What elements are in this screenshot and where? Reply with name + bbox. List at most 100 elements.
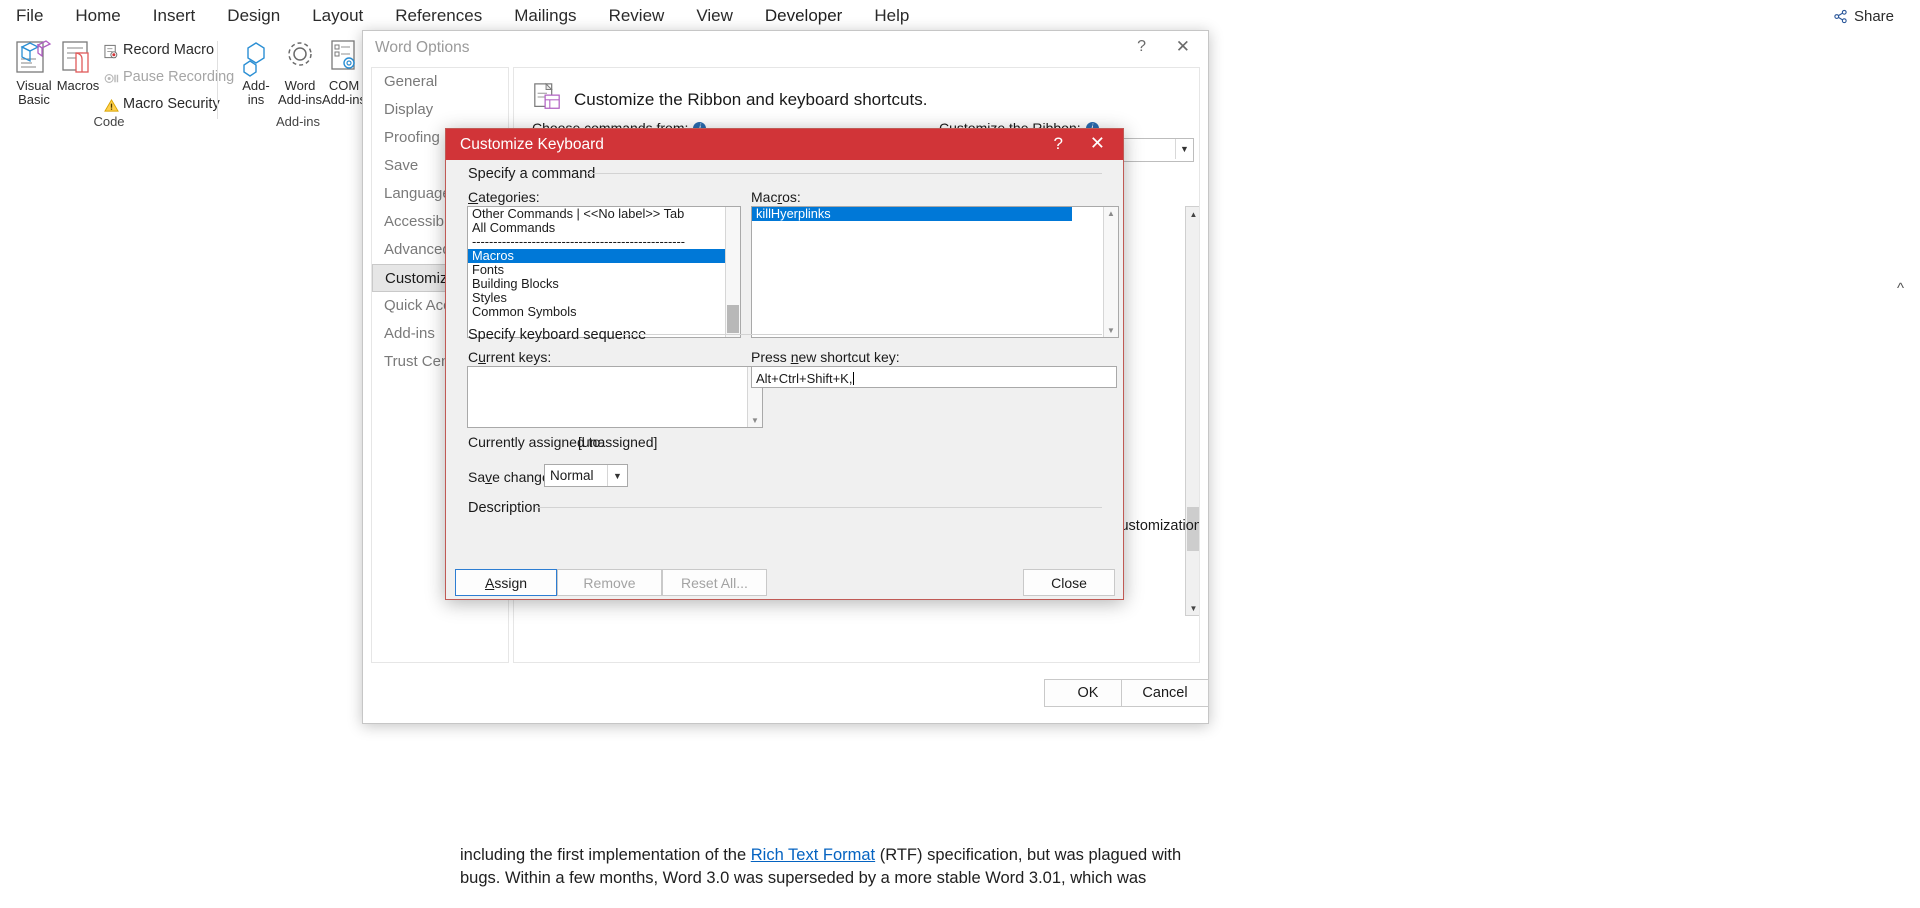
com-addins-label-1: COM — [328, 78, 360, 93]
doc-hyperlink[interactable]: Rich Text Format — [751, 846, 875, 864]
description-divider — [536, 507, 1102, 508]
specify-sequence-divider — [624, 334, 1102, 335]
addins-label-1: Add- — [242, 78, 270, 93]
specify-command-group-label: Specify a command — [468, 166, 596, 182]
ribbon-group-code-label: Code — [93, 114, 125, 129]
close-button[interactable]: Close — [1023, 569, 1115, 596]
customize-keyboard-dialog: Customize Keyboard ? ✕ Specify a command… — [445, 128, 1124, 600]
share-icon — [1833, 9, 1848, 24]
customize-keyboard-help-icon[interactable]: ? — [1054, 134, 1063, 154]
category-row-common-symbols[interactable]: Common Symbols — [468, 305, 740, 319]
shortcut-value: Alt+Ctrl+Shift+K, — [756, 371, 853, 386]
ok-button[interactable]: OK — [1044, 679, 1132, 707]
addins-label-2: ins — [247, 92, 265, 107]
tab-design[interactable]: Design — [211, 0, 296, 34]
word-options-help-icon[interactable]: ? — [1137, 38, 1146, 56]
customize-keyboard-title: Customize Keyboard — [460, 136, 604, 153]
word-options-header-title: Customize the Ribbon and keyboard shortc… — [574, 89, 928, 109]
group-divider — [217, 41, 218, 119]
customize-ribbon-icon — [532, 82, 562, 117]
macro-security-button[interactable]: Macro Security — [104, 96, 220, 112]
cancel-button[interactable]: Cancel — [1121, 679, 1209, 707]
word-options-titlebar: Word Options ? ✕ — [363, 31, 1208, 64]
customize-keyboard-titlebar: Customize Keyboard ? ✕ — [446, 129, 1123, 160]
categories-listbox[interactable]: Other Commands | <<No label>> Tab All Co… — [467, 206, 741, 338]
scroll-up-arrow-2[interactable]: ▲ — [1186, 207, 1199, 221]
remove-button: Remove — [557, 569, 662, 596]
tab-file[interactable]: File — [0, 0, 59, 34]
macros-listbox[interactable]: killHyerplinks ▲ ▼ — [751, 206, 1119, 338]
macro-row-killhyerplinks[interactable]: killHyerplinks — [752, 207, 1072, 221]
current-keys-label: Current keys: — [468, 349, 552, 365]
tab-mailings[interactable]: Mailings — [498, 0, 592, 34]
macros-scroll-up-arrow[interactable]: ▲ — [1104, 207, 1118, 220]
word-options-close-icon[interactable]: ✕ — [1176, 37, 1190, 57]
category-row-other-commands[interactable]: Other Commands | <<No label>> Tab — [468, 207, 740, 221]
record-macro-icon — [104, 44, 118, 58]
save-changes-in-value: Normal — [550, 468, 594, 483]
reset-all-button: Reset All... — [662, 569, 767, 596]
nav-item-display[interactable]: Display — [372, 96, 508, 124]
macros-label: Macros: — [751, 189, 801, 205]
macros-button[interactable]: Macros — [50, 37, 106, 93]
record-macro-button[interactable]: Record Macro — [104, 42, 214, 58]
currently-assigned-to-value: [unassigned] — [578, 434, 658, 450]
text-caret — [853, 372, 855, 385]
tab-home[interactable]: Home — [59, 0, 136, 34]
press-new-shortcut-label: Press new shortcut key: — [751, 349, 900, 365]
scroll-down-arrow-2[interactable]: ▼ — [1186, 601, 1199, 615]
ribbon-group-addins-label: Add-ins — [275, 114, 321, 129]
chevron-down-icon: ▼ — [1175, 139, 1193, 159]
ribbon-group-addins: Add- ins Word Add-ins COM Add-ins Add-in… — [228, 33, 368, 132]
current-keys-scroll-down-arrow[interactable]: ▼ — [748, 414, 762, 427]
nav-item-general[interactable]: General — [372, 68, 508, 96]
tab-help[interactable]: Help — [858, 0, 925, 34]
share-label: Share — [1853, 8, 1894, 25]
customize-keyboard-close-icon[interactable]: ✕ — [1090, 134, 1105, 152]
visual-basic-label-2: Basic — [18, 92, 50, 107]
macro-security-label: Macro Security — [123, 96, 220, 112]
tab-references[interactable]: References — [379, 0, 498, 34]
doc-line2: bugs. Within a few months, Word 3.0 was … — [460, 869, 1147, 887]
collapse-ribbon-icon[interactable]: ^ — [1897, 280, 1904, 297]
document-paragraph: including the first implementation of th… — [460, 844, 1460, 890]
doc-line1-pre: including the first implementation of th… — [460, 846, 751, 864]
share-button[interactable]: Share — [1823, 4, 1904, 29]
macros-scrollbar[interactable]: ▲ ▼ — [1103, 207, 1118, 337]
description-group-label: Description — [468, 500, 541, 516]
word-addins-label-1: Word — [284, 78, 316, 93]
chevron-down-icon-save-changes[interactable]: ▼ — [607, 465, 627, 486]
categories-scrollbar[interactable] — [725, 207, 740, 337]
current-keys-listbox[interactable]: ▲ ▼ — [467, 366, 763, 428]
categories-scrollbar-thumb[interactable] — [727, 305, 739, 333]
category-row-macros[interactable]: Macros — [468, 249, 740, 263]
tab-view[interactable]: View — [680, 0, 749, 34]
record-macro-label: Record Macro — [123, 42, 215, 58]
tab-developer[interactable]: Developer — [749, 0, 859, 34]
pause-recording-icon — [104, 71, 119, 84]
word-options-header: Customize the Ribbon and keyboard shortc… — [532, 82, 927, 117]
tab-insert[interactable]: Insert — [137, 0, 212, 34]
specify-sequence-group-label: Specify keyboard sequence — [468, 327, 647, 343]
visual-basic-label-1: Visual — [16, 78, 52, 93]
com-addins-label-2: Add-ins — [321, 92, 367, 107]
doc-line1-post: (RTF) specification, but was plagued wit… — [875, 846, 1182, 864]
tab-review[interactable]: Review — [593, 0, 681, 34]
warning-triangle-icon — [104, 98, 119, 112]
ribbon-tab-strip: File Home Insert Design Layout Reference… — [0, 0, 1920, 34]
category-row-all-commands[interactable]: All Commands — [468, 221, 740, 235]
category-row-building-blocks[interactable]: Building Blocks — [468, 277, 740, 291]
macros-label: Macros — [56, 78, 100, 93]
category-row-fonts[interactable]: Fonts — [468, 263, 740, 277]
macros-scroll-down-arrow[interactable]: ▼ — [1104, 324, 1118, 337]
categories-label: Categories: — [468, 189, 540, 205]
pause-recording-button: Pause Recording — [104, 69, 234, 85]
category-row-styles[interactable]: Styles — [468, 291, 740, 305]
press-new-shortcut-input[interactable]: Alt+Ctrl+Shift+K, — [751, 366, 1117, 388]
assign-button[interactable]: Assign — [455, 569, 557, 596]
ribbon-tree-scrollbar[interactable]: ▲ ▼ — [1185, 206, 1199, 616]
tab-layout[interactable]: Layout — [296, 0, 379, 34]
save-changes-in-combobox[interactable]: Normal ▼ — [544, 464, 628, 487]
word-options-title: Word Options — [375, 39, 470, 56]
specify-command-divider — [586, 173, 1102, 174]
